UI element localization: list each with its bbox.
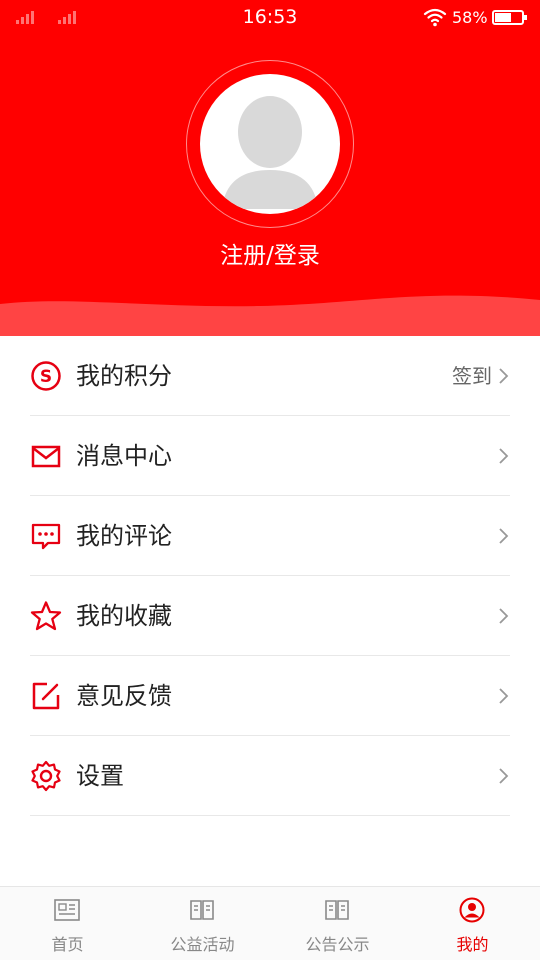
menu-label: 我的积分 <box>76 362 172 390</box>
avatar[interactable] <box>200 74 340 214</box>
menu-item-settings[interactable]: 设置 <box>30 736 510 816</box>
chevron-right-icon <box>499 448 509 464</box>
menu-item-messages[interactable]: 消息中心 <box>30 416 510 496</box>
tab-label: 公益活动 <box>170 935 235 954</box>
book-icon <box>325 900 349 920</box>
check-in-label[interactable]: 签到 <box>452 336 492 416</box>
status-bar: 16:53 58% <box>0 0 540 36</box>
chevron-right-icon <box>499 608 509 624</box>
tab-mine[interactable]: 我的 <box>405 887 540 961</box>
tab-label: 首页 <box>51 935 84 954</box>
menu-item-points[interactable]: S 我的积分 签到 <box>30 336 510 416</box>
menu-label: 意见反馈 <box>76 682 172 710</box>
gear-icon <box>31 760 61 792</box>
tab-home[interactable]: 首页 <box>0 887 135 961</box>
tab-label: 我的 <box>456 935 489 954</box>
bottom-tab-bar: 首页 公益活动 公告公示 我的 <box>0 886 540 960</box>
chevron-right-icon <box>499 368 509 384</box>
tab-notices[interactable]: 公告公示 <box>270 887 405 961</box>
menu-item-favorites[interactable]: 我的收藏 <box>30 576 510 656</box>
book-icon <box>190 900 214 920</box>
tab-label: 公告公示 <box>305 935 370 954</box>
points-icon: S <box>31 361 61 391</box>
battery-icon <box>492 10 527 25</box>
chevron-right-icon <box>499 528 509 544</box>
header-wave <box>0 295 540 336</box>
user-icon <box>459 897 485 923</box>
menu-label: 我的评论 <box>76 522 172 550</box>
default-user-icon <box>222 96 318 209</box>
news-icon <box>54 899 80 921</box>
chevron-right-icon <box>499 768 509 784</box>
tab-charity[interactable]: 公益活动 <box>135 887 270 961</box>
wifi-icon <box>423 8 447 27</box>
menu-item-feedback[interactable]: 意见反馈 <box>30 656 510 736</box>
mail-icon <box>31 445 61 468</box>
battery-percent: 58% <box>452 8 488 27</box>
comment-icon <box>31 523 61 550</box>
feedback-icon <box>32 682 60 710</box>
star-icon <box>30 601 62 631</box>
menu-list: S 我的积分 签到 消息中心 我的评论 我的收藏 意见反馈 设置 <box>0 336 540 816</box>
menu-item-comments[interactable]: 我的评论 <box>30 496 510 576</box>
menu-label: 我的收藏 <box>76 602 172 630</box>
menu-label: 消息中心 <box>76 442 172 470</box>
svg-text:S: S <box>40 367 52 387</box>
chevron-right-icon <box>499 688 509 704</box>
profile-header: 16:53 58% 注册/登录 <box>0 0 540 336</box>
register-login-link[interactable]: 注册/登录 <box>0 236 540 270</box>
menu-label: 设置 <box>76 762 124 790</box>
